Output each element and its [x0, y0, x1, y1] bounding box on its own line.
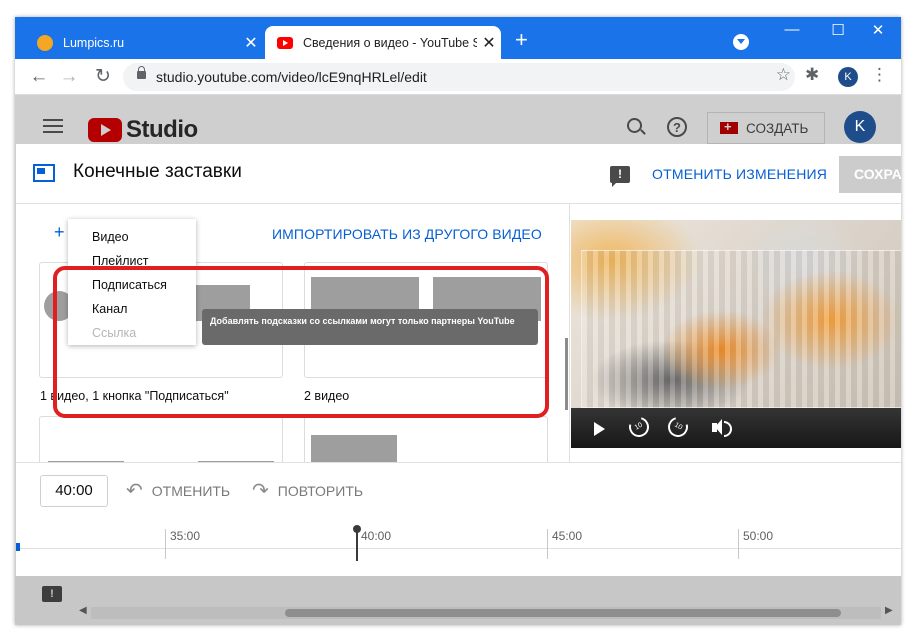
template-video-placeholder	[311, 435, 397, 462]
redo-icon: ↷	[252, 480, 269, 502]
lock-icon	[137, 66, 146, 79]
redo-label: ПОВТОРИТЬ	[277, 483, 364, 499]
import-from-video-button[interactable]: ИМПОРТИРОВАТЬ ИЗ ДРУГОГО ВИДЕО	[272, 226, 542, 242]
player-controls: 10 10	[571, 408, 901, 448]
tab-close-icon[interactable]: ✕	[239, 33, 263, 53]
template-card[interactable]	[304, 416, 548, 462]
minimize-button[interactable]: —	[777, 21, 807, 38]
undo-icon: ↶	[126, 480, 143, 502]
bookmark-star-icon[interactable]: ☆	[776, 65, 791, 85]
dialog-header: Конечные заставки ! ОТМЕНИТЬ ИЗМЕНЕНИЯ С…	[16, 144, 901, 204]
back-arrow-icon[interactable]: ←	[27, 65, 51, 89]
tab-search-icon[interactable]	[733, 34, 749, 50]
address-bar[interactable]: studio.youtube.com/video/lcE9nqHRLel/edi…	[123, 63, 795, 91]
endscreen-overlay-area	[581, 250, 901, 408]
timeline-ruler[interactable]: 35:00 40:00 45:00 50:00	[16, 525, 901, 577]
undo-button[interactable]: ↶ ОТМЕНИТЬ	[126, 480, 231, 502]
save-button[interactable]: СОХРАНИТЬ	[839, 156, 901, 193]
timeline-tick: 40:00	[356, 529, 391, 559]
new-tab-button[interactable]: +	[515, 29, 528, 51]
video-preview-panel: 10 10	[569, 204, 901, 462]
horizontal-scrollbar-thumb[interactable]	[285, 609, 841, 617]
studio-logo[interactable]: Studio	[88, 116, 198, 144]
tab-lumpics[interactable]: Lumpics.ru ✕	[23, 26, 263, 59]
extensions-puzzle-icon[interactable]: ✱	[805, 65, 819, 85]
feedback-icon[interactable]: !	[42, 586, 62, 602]
studio-logo-text: Studio	[126, 116, 198, 143]
create-button[interactable]: СОЗДАТЬ	[707, 112, 825, 144]
current-time-field[interactable]: 40:00	[40, 475, 108, 507]
feedback-icon[interactable]: !	[610, 166, 630, 187]
tab-strip: Lumpics.ru ✕ Сведения о видео - YouTube …	[15, 17, 901, 59]
scroll-right-icon[interactable]: ▶	[885, 605, 893, 616]
timeline-bar: 40:00 ↶ ОТМЕНИТЬ ↷ ПОВТОРИТЬ 35:00 40:00…	[16, 462, 901, 576]
forward-arrow-icon[interactable]: →	[57, 65, 81, 89]
templates-scrollbar[interactable]	[565, 338, 568, 410]
volume-icon[interactable]	[712, 419, 732, 437]
play-icon[interactable]	[594, 422, 605, 436]
page-background-bottom: ! ◀ ▶	[15, 576, 901, 625]
timeline-track-start	[16, 543, 20, 551]
browser-window: Lumpics.ru ✕ Сведения о видео - YouTube …	[15, 17, 901, 625]
hamburger-menu-icon[interactable]	[43, 119, 63, 133]
timeline-tick: 50:00	[738, 529, 773, 559]
browser-menu-icon[interactable]: ⋮	[871, 65, 888, 85]
youtube-favicon-icon	[277, 36, 293, 49]
rewind-10-icon[interactable]: 10	[625, 413, 653, 441]
timeline-playhead[interactable]	[353, 525, 361, 561]
close-window-button[interactable]: ✕	[863, 21, 893, 39]
studio-header: Studio ? СОЗДАТЬ K	[15, 96, 901, 144]
create-button-label: СОЗДАТЬ	[746, 120, 809, 136]
discard-changes-button[interactable]: ОТМЕНИТЬ ИЗМЕНЕНИЯ	[652, 166, 827, 182]
tab-title: Lumpics.ru	[63, 35, 125, 50]
endscreen-icon	[33, 164, 55, 182]
search-icon[interactable]	[627, 118, 642, 133]
create-video-icon	[720, 119, 738, 134]
tab-title: Сведения о видео - YouTube Studio	[303, 35, 477, 50]
url-text[interactable]: studio.youtube.com/video/lcE9nqHRLel/edi…	[156, 69, 427, 85]
templates-panel: + ИМПОРТИРОВАТЬ ИЗ ДРУГОГО ВИДЕО 1 видео…	[16, 204, 568, 462]
lumpics-favicon-icon	[37, 34, 53, 51]
scroll-left-icon[interactable]: ◀	[79, 605, 87, 616]
account-avatar[interactable]: K	[844, 111, 876, 143]
forward-10-icon[interactable]: 10	[664, 413, 692, 441]
help-icon[interactable]: ?	[667, 117, 687, 137]
timeline-tick: 35:00	[165, 529, 200, 559]
tab-youtube-studio[interactable]: Сведения о видео - YouTube Studio ✕	[265, 26, 501, 59]
template-card[interactable]	[39, 416, 283, 462]
redo-button[interactable]: ↷ ПОВТОРИТЬ	[252, 480, 364, 502]
menu-item-video[interactable]: Видео	[68, 225, 196, 249]
red-highlight-frame	[53, 266, 549, 418]
timeline-tick: 45:00	[547, 529, 582, 559]
youtube-logo-icon	[88, 118, 122, 142]
profile-avatar[interactable]: K	[838, 67, 858, 87]
browser-toolbar: ← → ↻ studio.youtube.com/video/lcE9nqHRL…	[15, 59, 901, 95]
undo-label: ОТМЕНИТЬ	[151, 483, 231, 499]
video-player[interactable]: 10 10	[571, 220, 901, 448]
endscreen-editor-dialog: Конечные заставки ! ОТМЕНИТЬ ИЗМЕНЕНИЯ С…	[16, 144, 901, 576]
horizontal-scrollbar[interactable]	[91, 607, 881, 619]
reload-icon[interactable]: ↻	[91, 65, 115, 89]
maximize-button[interactable]: ☐	[823, 21, 853, 39]
dialog-title: Конечные заставки	[73, 161, 242, 182]
tab-close-icon[interactable]: ✕	[477, 33, 501, 53]
add-element-plus-icon[interactable]: +	[54, 222, 65, 243]
